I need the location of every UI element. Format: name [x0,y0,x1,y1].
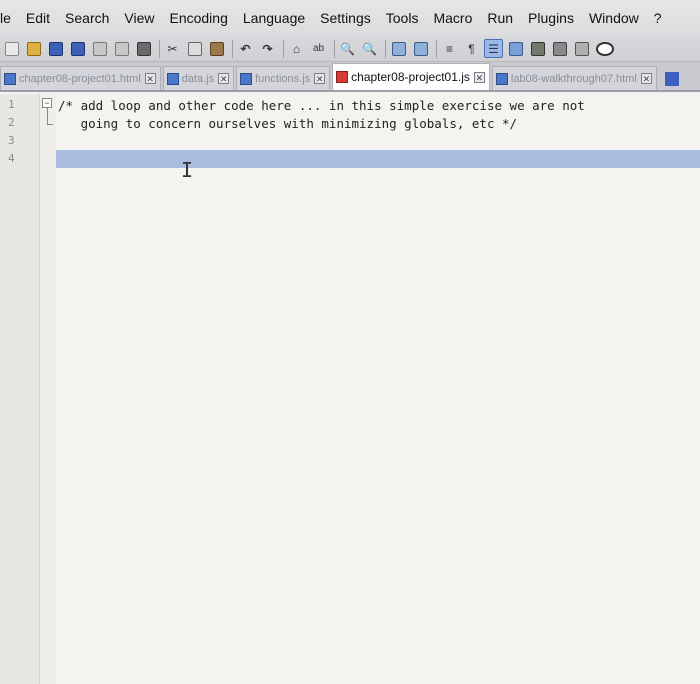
tab-label: chapter08-project01.js [351,70,470,84]
replace-icon[interactable]: ab [309,39,328,58]
cut-icon[interactable]: ✂ [163,39,182,58]
menu-tools[interactable]: Tools [386,10,419,26]
menu-plugins[interactable]: Plugins [528,10,574,26]
tab-bar: chapter08-project01.html ✕ data.js ✕ fun… [0,62,700,92]
line-number: 1 [8,98,15,111]
doc-map-icon[interactable] [506,39,525,58]
toolbar-separator [385,39,386,58]
current-line-highlight [56,150,700,168]
toolbar-separator [334,39,335,58]
tab-label: data.js [181,72,215,85]
toolbar-separator [283,39,284,58]
indent-guide-icon[interactable]: ☰ [484,39,503,58]
close-all-icon[interactable] [112,39,131,58]
sync-v-icon[interactable] [389,39,408,58]
close-icon[interactable]: ✕ [640,73,652,84]
line-number-gutter: 1 2 3 4 [0,94,40,684]
menu-view[interactable]: View [124,10,154,26]
print-icon[interactable] [134,39,153,58]
toolbar-separator [232,39,233,58]
toolbar-separator [159,39,160,58]
paste-icon[interactable] [207,39,226,58]
line-number: 3 [8,134,15,147]
menu-settings[interactable]: Settings [320,10,371,26]
close-icon[interactable] [90,39,109,58]
tab-scroll-button[interactable] [664,72,679,86]
function-list-icon[interactable] [528,39,547,58]
fold-toggle-icon[interactable]: − [42,98,52,108]
file-modified-icon [336,71,349,83]
tab-data-js[interactable]: data.js ✕ [162,66,235,90]
tab-label: lab08-walkthrough07.html [510,72,637,85]
find-icon[interactable]: ⌂ [287,39,306,58]
close-icon[interactable]: ✕ [144,73,156,84]
folder-icon[interactable] [550,39,569,58]
tab-lab08-walkthrough07-html[interactable]: lab08-walkthrough07.html ✕ [491,66,657,90]
fold-margin [40,94,56,684]
zoom-out-icon[interactable]: 🔍 [360,39,379,58]
toolbar-separator [436,39,437,58]
menu-edit[interactable]: Edit [26,10,50,26]
editor-area[interactable]: 1 2 3 4 − /* add loop and other code her… [0,94,700,684]
menu-window[interactable]: Window [589,10,639,26]
word-wrap-icon[interactable]: ≡ [440,39,459,58]
line-number: 2 [8,116,15,129]
monitor-icon[interactable] [594,39,616,58]
menu-file[interactable]: le [0,10,11,26]
sync-h-icon[interactable] [411,39,430,58]
tab-chapter08-project01-html[interactable]: chapter08-project01.html ✕ [0,66,161,90]
zoom-in-icon[interactable]: 🔍 [338,39,357,58]
open-file-icon[interactable] [24,39,43,58]
close-icon[interactable]: ✕ [218,73,230,84]
menu-run[interactable]: Run [487,10,513,26]
tab-label: functions.js [255,72,311,85]
file-icon [495,72,508,85]
menu-macro[interactable]: Macro [433,10,472,26]
toolbar: ✂ ↶ ↷ ⌂ ab 🔍 🔍 ≡ ¶ ☰ [0,36,700,62]
close-icon[interactable]: ✕ [473,71,485,83]
menu-encoding[interactable]: Encoding [169,10,227,26]
file-icon [166,72,179,85]
save-icon[interactable] [46,39,65,58]
tab-chapter08-project01-js[interactable]: chapter08-project01.js ✕ [332,63,490,90]
file-icon [240,72,253,85]
save-all-icon[interactable] [68,39,87,58]
macro-record-icon[interactable] [572,39,591,58]
tab-functions-js[interactable]: functions.js ✕ [236,66,331,90]
show-all-chars-icon[interactable]: ¶ [462,39,481,58]
fold-line [47,108,48,124]
undo-icon[interactable]: ↶ [236,39,255,58]
menu-bar: le Edit Search View Encoding Language Se… [0,0,700,36]
menu-search[interactable]: Search [65,10,109,26]
file-icon [4,72,16,85]
menu-help[interactable]: ? [654,10,662,26]
tab-label: chapter08-project01.html [19,72,141,85]
line-number: 4 [8,152,15,165]
redo-icon[interactable]: ↷ [258,39,277,58]
ibeam-cursor-icon: I [181,158,194,182]
code-line-2: going to concern ourselves with minimizi… [58,116,518,131]
menu-language[interactable]: Language [243,10,305,26]
close-icon[interactable]: ✕ [314,73,326,84]
copy-icon[interactable] [185,39,204,58]
new-file-icon[interactable] [2,39,21,58]
fold-end [47,124,53,125]
code-line-1: /* add loop and other code here ... in t… [58,98,585,113]
